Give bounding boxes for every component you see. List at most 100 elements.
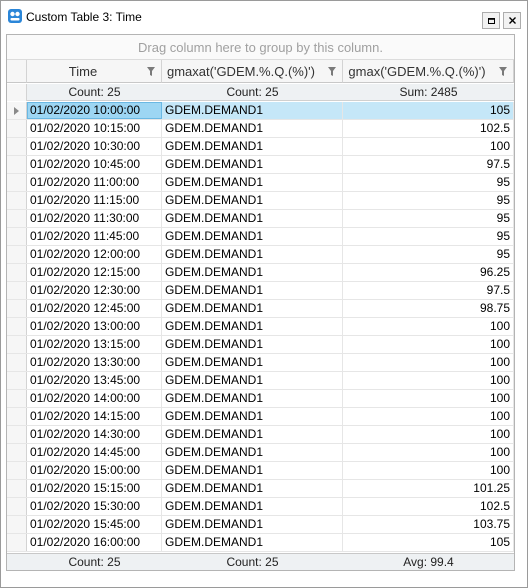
restore-button[interactable] [482, 12, 500, 29]
row-indicator[interactable] [7, 156, 27, 173]
gmaxat-cell[interactable]: GDEM.DEMAND1 [162, 498, 343, 515]
filter-icon[interactable] [499, 67, 507, 76]
table-row[interactable]: 01/02/2020 12:30:00 GDEM.DEMAND1 97.5 [7, 282, 514, 300]
table-row[interactable]: 01/02/2020 14:45:00 GDEM.DEMAND1 100 [7, 444, 514, 462]
row-indicator[interactable] [7, 498, 27, 515]
table-row[interactable]: 01/02/2020 15:15:00 GDEM.DEMAND1 101.25 [7, 480, 514, 498]
row-indicator[interactable] [7, 516, 27, 533]
row-indicator[interactable] [7, 390, 27, 407]
gmax-cell[interactable]: 95 [343, 246, 514, 263]
gmaxat-cell[interactable]: GDEM.DEMAND1 [162, 246, 343, 263]
row-indicator[interactable] [7, 534, 27, 551]
time-cell[interactable]: 01/02/2020 15:30:00 [27, 498, 162, 515]
title-bar[interactable]: Custom Table 3: Time [1, 1, 527, 32]
row-indicator[interactable] [7, 318, 27, 335]
gmax-cell[interactable]: 95 [343, 192, 514, 209]
gmax-cell[interactable]: 100 [343, 372, 514, 389]
row-indicator[interactable] [7, 426, 27, 443]
gmax-cell[interactable]: 100 [343, 444, 514, 461]
time-cell[interactable]: 01/02/2020 13:30:00 [27, 354, 162, 371]
gmax-cell[interactable]: 100 [343, 390, 514, 407]
table-row[interactable]: 01/02/2020 13:15:00 GDEM.DEMAND1 100 [7, 336, 514, 354]
row-indicator[interactable] [7, 282, 27, 299]
table-row[interactable]: 01/02/2020 12:45:00 GDEM.DEMAND1 98.75 [7, 300, 514, 318]
time-cell[interactable]: 01/02/2020 10:00:00 [27, 102, 162, 119]
table-row[interactable]: 01/02/2020 12:15:00 GDEM.DEMAND1 96.25 [7, 264, 514, 282]
gmaxat-cell[interactable]: GDEM.DEMAND1 [162, 372, 343, 389]
gmax-cell[interactable]: 102.5 [343, 120, 514, 137]
table-row[interactable]: 01/02/2020 10:00:00 GDEM.DEMAND1 105 [7, 102, 514, 120]
row-indicator[interactable] [7, 174, 27, 191]
row-indicator[interactable] [7, 120, 27, 137]
row-indicator[interactable] [7, 462, 27, 479]
column-header-time[interactable]: Time [27, 60, 162, 83]
table-row[interactable]: 01/02/2020 11:30:00 GDEM.DEMAND1 95 [7, 210, 514, 228]
time-cell[interactable]: 01/02/2020 15:15:00 [27, 480, 162, 497]
gmax-cell[interactable]: 105 [343, 102, 514, 119]
gmax-cell[interactable]: 97.5 [343, 156, 514, 173]
time-cell[interactable]: 01/02/2020 14:00:00 [27, 390, 162, 407]
gmaxat-cell[interactable]: GDEM.DEMAND1 [162, 300, 343, 317]
gmaxat-cell[interactable]: GDEM.DEMAND1 [162, 174, 343, 191]
table-row[interactable]: 01/02/2020 11:00:00 GDEM.DEMAND1 95 [7, 174, 514, 192]
time-cell[interactable]: 01/02/2020 12:30:00 [27, 282, 162, 299]
gmax-cell[interactable]: 100 [343, 408, 514, 425]
gmax-cell[interactable]: 95 [343, 210, 514, 227]
gmax-cell[interactable]: 97.5 [343, 282, 514, 299]
gmax-cell[interactable]: 100 [343, 336, 514, 353]
gmaxat-cell[interactable]: GDEM.DEMAND1 [162, 534, 343, 551]
time-cell[interactable]: 01/02/2020 12:15:00 [27, 264, 162, 281]
row-indicator[interactable] [7, 138, 27, 155]
time-cell[interactable]: 01/02/2020 11:00:00 [27, 174, 162, 191]
gmaxat-cell[interactable]: GDEM.DEMAND1 [162, 336, 343, 353]
gmaxat-cell[interactable]: GDEM.DEMAND1 [162, 516, 343, 533]
row-indicator[interactable] [7, 480, 27, 497]
time-cell[interactable]: 01/02/2020 10:45:00 [27, 156, 162, 173]
row-indicator[interactable] [7, 408, 27, 425]
row-indicator[interactable] [7, 264, 27, 281]
table-row[interactable]: 01/02/2020 12:00:00 GDEM.DEMAND1 95 [7, 246, 514, 264]
group-by-panel[interactable]: Drag column here to group by this column… [7, 35, 514, 60]
gmax-cell[interactable]: 98.75 [343, 300, 514, 317]
table-row[interactable]: 01/02/2020 16:00:00 GDEM.DEMAND1 105 [7, 534, 514, 552]
gmaxat-cell[interactable]: GDEM.DEMAND1 [162, 210, 343, 227]
row-indicator[interactable] [7, 228, 27, 245]
time-cell[interactable]: 01/02/2020 13:45:00 [27, 372, 162, 389]
table-row[interactable]: 01/02/2020 15:30:00 GDEM.DEMAND1 102.5 [7, 498, 514, 516]
time-cell[interactable]: 01/02/2020 15:45:00 [27, 516, 162, 533]
time-cell[interactable]: 01/02/2020 12:00:00 [27, 246, 162, 263]
gmaxat-cell[interactable]: GDEM.DEMAND1 [162, 408, 343, 425]
time-cell[interactable]: 01/02/2020 14:45:00 [27, 444, 162, 461]
row-indicator[interactable] [7, 300, 27, 317]
gmaxat-cell[interactable]: GDEM.DEMAND1 [162, 480, 343, 497]
time-cell[interactable]: 01/02/2020 10:30:00 [27, 138, 162, 155]
row-indicator[interactable] [7, 246, 27, 263]
close-button[interactable] [503, 12, 521, 29]
gmaxat-cell[interactable]: GDEM.DEMAND1 [162, 102, 343, 119]
gmax-cell[interactable]: 96.25 [343, 264, 514, 281]
gmax-cell[interactable]: 100 [343, 462, 514, 479]
table-row[interactable]: 01/02/2020 10:45:00 GDEM.DEMAND1 97.5 [7, 156, 514, 174]
gmaxat-cell[interactable]: GDEM.DEMAND1 [162, 120, 343, 137]
row-indicator[interactable] [7, 354, 27, 371]
row-indicator[interactable] [7, 102, 27, 119]
gmaxat-cell[interactable]: GDEM.DEMAND1 [162, 426, 343, 443]
table-row[interactable]: 01/02/2020 13:45:00 GDEM.DEMAND1 100 [7, 372, 514, 390]
time-cell[interactable]: 01/02/2020 13:15:00 [27, 336, 162, 353]
gmaxat-cell[interactable]: GDEM.DEMAND1 [162, 318, 343, 335]
gmaxat-cell[interactable]: GDEM.DEMAND1 [162, 354, 343, 371]
gmax-cell[interactable]: 101.25 [343, 480, 514, 497]
time-cell[interactable]: 01/02/2020 14:15:00 [27, 408, 162, 425]
gmaxat-cell[interactable]: GDEM.DEMAND1 [162, 192, 343, 209]
time-cell[interactable]: 01/02/2020 10:15:00 [27, 120, 162, 137]
gmaxat-cell[interactable]: GDEM.DEMAND1 [162, 264, 343, 281]
row-indicator[interactable] [7, 192, 27, 209]
time-cell[interactable]: 01/02/2020 12:45:00 [27, 300, 162, 317]
gmaxat-cell[interactable]: GDEM.DEMAND1 [162, 390, 343, 407]
table-row[interactable]: 01/02/2020 10:15:00 GDEM.DEMAND1 102.5 [7, 120, 514, 138]
time-cell[interactable]: 01/02/2020 11:15:00 [27, 192, 162, 209]
table-row[interactable]: 01/02/2020 11:15:00 GDEM.DEMAND1 95 [7, 192, 514, 210]
gmax-cell[interactable]: 95 [343, 174, 514, 191]
row-indicator[interactable] [7, 444, 27, 461]
table-row[interactable]: 01/02/2020 14:15:00 GDEM.DEMAND1 100 [7, 408, 514, 426]
